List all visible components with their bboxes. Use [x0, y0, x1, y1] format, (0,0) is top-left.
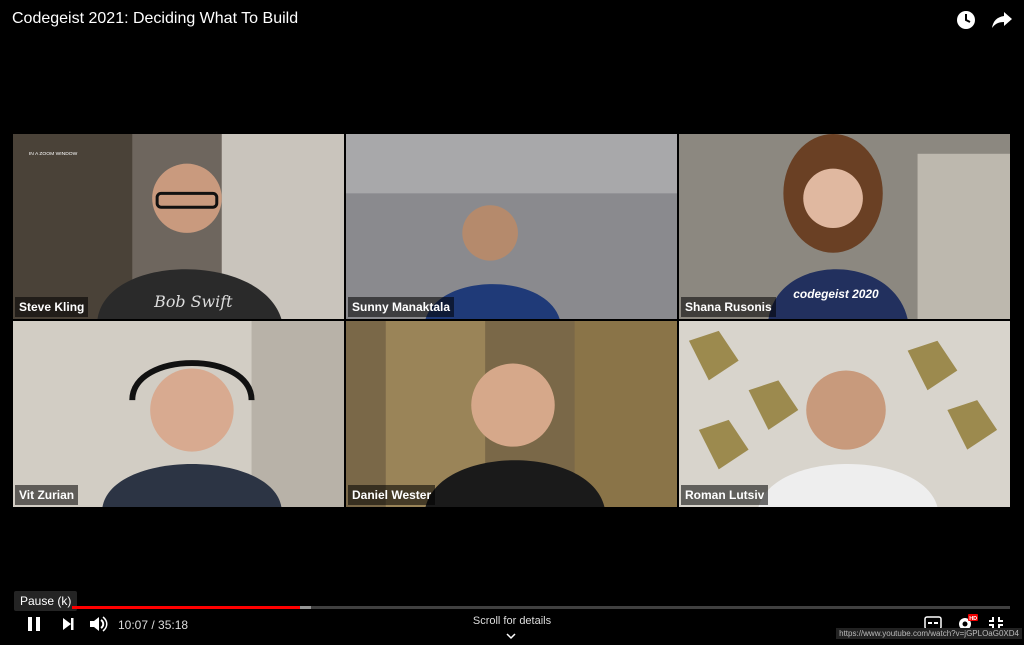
- participant-name: Shana Rusonis: [681, 297, 776, 317]
- zoom-window-label: IN A ZOOM WINDOW: [29, 151, 78, 157]
- participant-tile: Sunny Manaktala: [345, 133, 678, 320]
- pause-tooltip: Pause (k): [14, 591, 78, 611]
- link-url: https://www.youtube.com/watch?v=jGPLOaG0…: [836, 628, 1022, 639]
- participant-tile: Daniel Wester: [345, 320, 678, 508]
- share-icon[interactable]: [990, 8, 1014, 32]
- participant-name: Sunny Manaktala: [348, 297, 455, 317]
- participant-tile: IN A ZOOM WINDOW Bob Swift Steve Kling: [12, 133, 345, 320]
- participant-tile: Roman Lutsiv: [678, 320, 1011, 508]
- shirt-text: Bob Swift: [153, 292, 233, 311]
- participant-video-steve: IN A ZOOM WINDOW Bob Swift: [13, 134, 344, 319]
- player-controls: 10:07 / 35:18 Scroll for details HD http…: [0, 612, 1024, 640]
- watch-later-icon[interactable]: [954, 8, 978, 32]
- participant-tile: Vit Zurian: [12, 320, 345, 508]
- participant-video-vit: [13, 321, 344, 507]
- participant-tile: codegeist 2020 Shana Rusonis: [678, 133, 1011, 320]
- hd-badge: HD: [969, 616, 977, 622]
- participant-video-daniel: [346, 321, 677, 507]
- participant-name: Roman Lutsiv: [681, 485, 769, 505]
- shirt-text: codegeist 2020: [793, 287, 879, 301]
- video-title: Codegeist 2021: Deciding What To Build: [12, 10, 299, 27]
- chevron-down-icon[interactable]: [505, 627, 517, 645]
- top-actions: [954, 8, 1014, 32]
- participant-name: Daniel Wester: [348, 485, 436, 505]
- progress-bar[interactable]: [72, 606, 1010, 609]
- participant-video-shana: codegeist 2020: [679, 134, 1010, 319]
- participant-video-sunny: [346, 134, 677, 319]
- participant-name: Steve Kling: [15, 297, 89, 317]
- participant-name: Vit Zurian: [15, 485, 79, 505]
- participant-grid: IN A ZOOM WINDOW Bob Swift Steve Kling S…: [12, 133, 1011, 508]
- participant-video-roman: [679, 321, 1010, 507]
- scroll-hint: Scroll for details: [472, 615, 552, 627]
- progress-played: [72, 606, 300, 609]
